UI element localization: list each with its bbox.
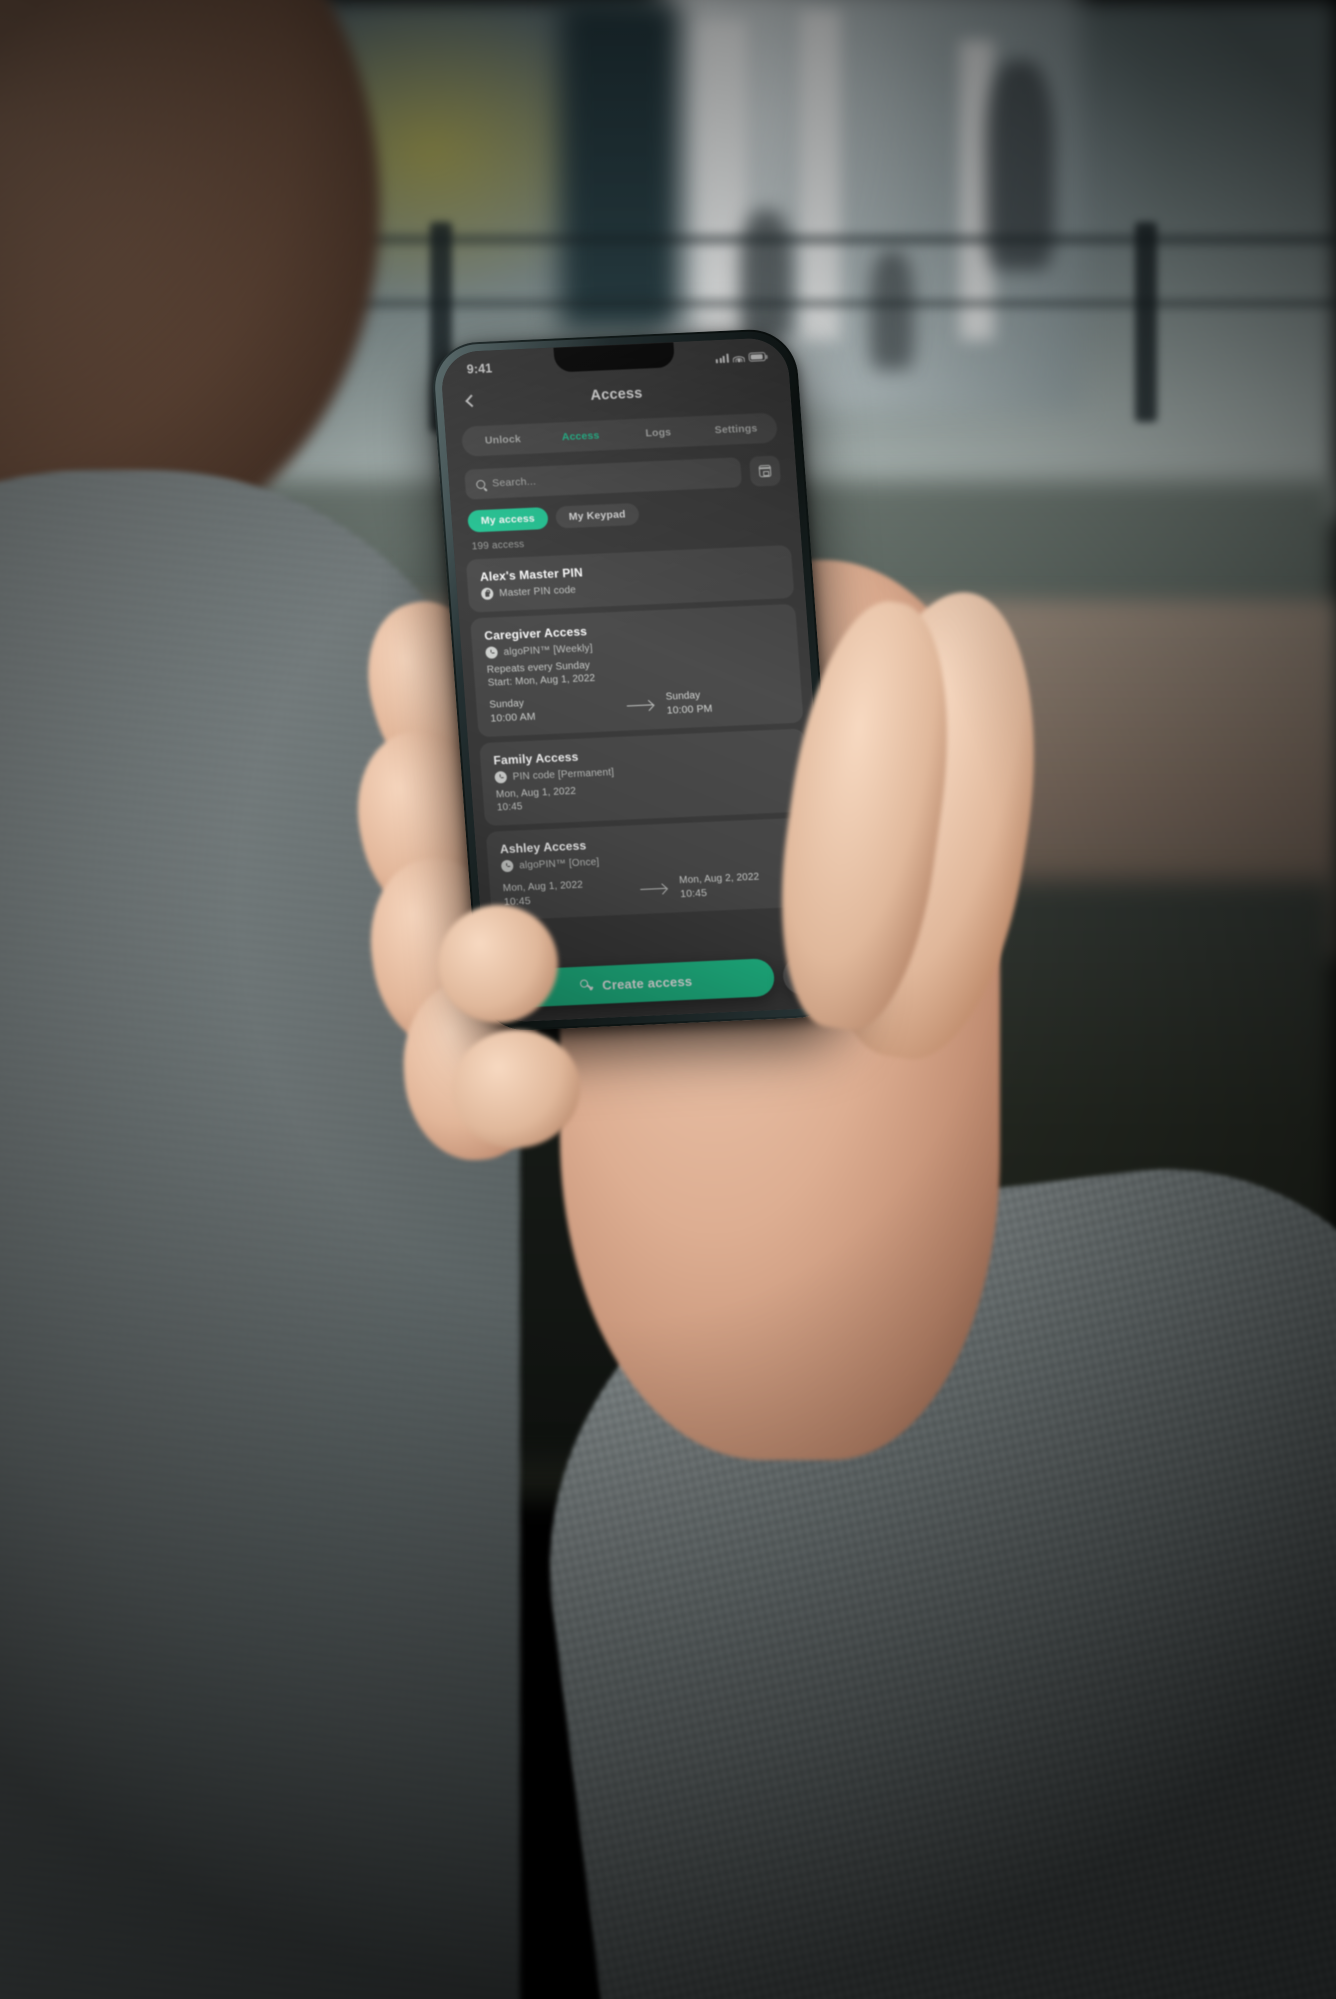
wifi-icon	[732, 352, 745, 362]
status-clock: 9:41	[466, 361, 493, 377]
card-subtitle: algoPIN™ [Weekly]	[503, 642, 594, 658]
access-card-ashley[interactable]: Ashley Access algoPIN™ [Once] Mon, Aug 1…	[485, 817, 818, 921]
search-icon	[475, 479, 486, 489]
background-person	[870, 250, 914, 370]
background-dark-band	[560, 0, 680, 330]
tab-access[interactable]: Access	[541, 422, 621, 451]
chevron-left-icon	[464, 394, 478, 407]
access-card-master-pin[interactable]: Alex's Master PIN Master PIN code	[465, 544, 795, 613]
search-placeholder: Search...	[491, 475, 537, 490]
search-row: Search...	[464, 455, 782, 500]
clock-icon	[485, 646, 499, 659]
filter-pill-my-keypad[interactable]: My Keypad	[554, 502, 640, 529]
cellular-bars-icon	[715, 353, 729, 363]
access-list: Alex's Master PIN Master PIN code Caregi…	[465, 544, 818, 921]
tab-settings[interactable]: Settings	[696, 415, 776, 444]
arrow-right-icon	[632, 887, 674, 891]
date-filter-button[interactable]	[748, 455, 782, 487]
key-add-icon	[579, 978, 595, 993]
background-person	[740, 210, 792, 340]
arrow-right-icon	[618, 704, 660, 707]
filter-pills: My access My Keypad	[467, 496, 783, 533]
clock-icon	[500, 859, 514, 873]
clock-icon	[494, 771, 508, 784]
page-title: Access	[589, 385, 644, 404]
search-input[interactable]: Search...	[464, 457, 743, 500]
tab-logs[interactable]: Logs	[619, 418, 699, 447]
background-lamppost	[1135, 222, 1157, 422]
lock-icon	[480, 587, 494, 601]
photograph-scene: 9:41 Access Unlock Access Logs Settings …	[0, 0, 1336, 1999]
tab-unlock[interactable]: Unlock	[463, 425, 543, 454]
card-time-range: Sunday 10:00 AM Sunday 10:00 PM	[489, 686, 790, 725]
access-card-family[interactable]: Family Access PIN code [Permanent] Mon, …	[479, 728, 811, 827]
card-time-range: Mon, Aug 1, 2022 10:45 Mon, Aug 2, 2022 …	[503, 870, 804, 909]
battery-icon	[748, 351, 766, 362]
calendar-icon	[758, 464, 772, 478]
access-card-caregiver[interactable]: Caregiver Access algoPIN™ [Weekly] Repea…	[470, 603, 804, 738]
card-subtitle: PIN code [Permanent]	[512, 766, 615, 783]
back-button[interactable]	[459, 389, 483, 412]
background-pillar	[800, 10, 840, 340]
card-subtitle: Master PIN code	[498, 584, 577, 599]
create-access-label: Create access	[601, 973, 693, 993]
card-subtitle: algoPIN™ [Once]	[518, 856, 600, 871]
filter-pill-my-access[interactable]: My access	[467, 506, 549, 533]
